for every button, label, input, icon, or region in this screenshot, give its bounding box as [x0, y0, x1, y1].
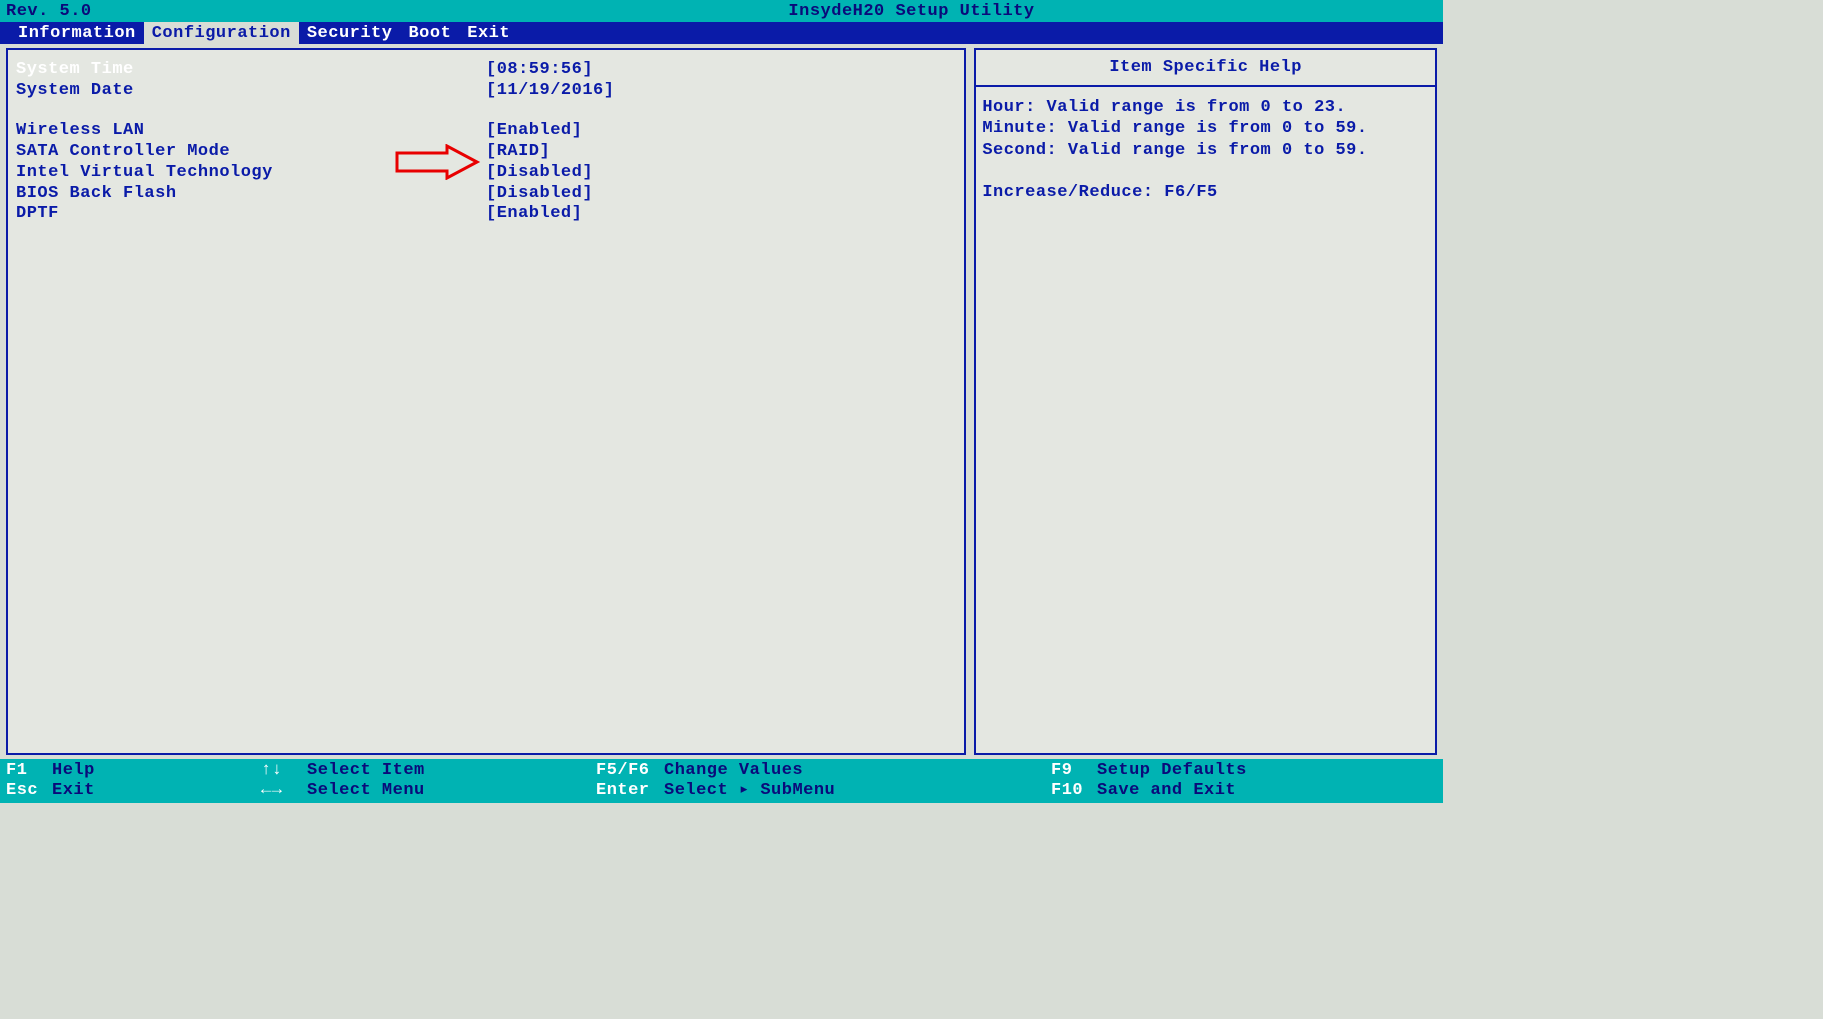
footer-esc-exit: Esc Exit [6, 781, 261, 801]
label-dptf: DPTF [16, 204, 486, 225]
config-panel: System Time [08:59:56] System Date [11/1… [6, 48, 966, 755]
help-panel: Item Specific Help Hour: Valid range is … [974, 48, 1437, 755]
help-line-3 [982, 161, 1429, 182]
text-change-values: Change Values [664, 761, 803, 781]
footer-enter-submenu: Enter Select ▸ SubMenu [596, 781, 1051, 801]
footer-f10-save-exit: F10 Save and Exit [1051, 781, 1247, 801]
help-line-0: Hour: Valid range is from 0 to 23. [982, 97, 1429, 118]
text-select-item: Select Item [307, 761, 425, 781]
menu-configuration[interactable]: Configuration [144, 22, 299, 44]
value-wireless-lan: [Enabled] [486, 121, 582, 142]
key-leftright: ←→ [261, 781, 307, 801]
label-system-time: System Time [16, 60, 486, 81]
text-exit: Exit [52, 781, 95, 801]
menu-information[interactable]: Information [10, 22, 144, 44]
row-system-time[interactable]: System Time [08:59:56] [16, 60, 956, 81]
key-f9: F9 [1051, 761, 1097, 781]
label-wireless-lan: Wireless LAN [16, 121, 486, 142]
menu-exit[interactable]: Exit [459, 22, 518, 44]
key-enter: Enter [596, 781, 664, 801]
label-system-date: System Date [16, 81, 486, 102]
footer-f1-help: F1 Help [6, 761, 261, 781]
label-sata-controller-mode: SATA Controller Mode [16, 142, 486, 163]
text-setup-defaults: Setup Defaults [1097, 761, 1247, 781]
utility-title: InsydeH20 Setup Utility [788, 2, 1034, 21]
text-save-exit: Save and Exit [1097, 781, 1236, 801]
key-updown: ↑↓ [261, 761, 307, 781]
value-bios-back-flash: [Disabled] [486, 184, 593, 205]
revision-label: Rev. 5.0 [6, 2, 92, 21]
help-line-2: Second: Valid range is from 0 to 59. [982, 140, 1429, 161]
help-line-1: Minute: Valid range is from 0 to 59. [982, 118, 1429, 139]
key-esc: Esc [6, 781, 52, 801]
footer-f9-setup-defaults: F9 Setup Defaults [1051, 761, 1247, 781]
text-select-submenu: Select ▸ SubMenu [664, 781, 835, 801]
footer-leftright-select-menu: ←→ Select Menu [261, 781, 596, 801]
value-system-date: [11/19/2016] [486, 81, 614, 102]
row-wireless-lan[interactable]: Wireless LAN [Enabled] [16, 121, 956, 142]
row-bios-back-flash[interactable]: BIOS Back Flash [Disabled] [16, 184, 956, 205]
help-body: Hour: Valid range is from 0 to 23. Minut… [976, 87, 1435, 213]
row-system-date[interactable]: System Date [11/19/2016] [16, 81, 956, 102]
text-select-menu: Select Menu [307, 781, 425, 801]
footer-f5f6-change-values: F5/F6 Change Values [596, 761, 1051, 781]
row-sata-controller-mode[interactable]: SATA Controller Mode [RAID] [16, 142, 956, 163]
label-bios-back-flash: BIOS Back Flash [16, 184, 486, 205]
key-f5f6: F5/F6 [596, 761, 664, 781]
label-intel-virtual-technology: Intel Virtual Technology [16, 163, 486, 184]
menu-boot[interactable]: Boot [400, 22, 459, 44]
value-system-time: [08:59:56] [486, 60, 593, 81]
help-line-4: Increase/Reduce: F6/F5 [982, 182, 1429, 203]
menu-bar: Information Configuration Security Boot … [0, 22, 1443, 44]
menu-security[interactable]: Security [299, 22, 401, 44]
value-dptf: [Enabled] [486, 204, 582, 225]
footer-updown-select-item: ↑↓ Select Item [261, 761, 596, 781]
footer-bar: F1 Help Esc Exit ↑↓ Select Item ←→ Selec… [0, 759, 1443, 803]
key-f1: F1 [6, 761, 52, 781]
text-help: Help [52, 761, 95, 781]
row-intel-virtual-technology[interactable]: Intel Virtual Technology [Disabled] [16, 163, 956, 184]
value-intel-virtual-technology: [Disabled] [486, 163, 593, 184]
key-f10: F10 [1051, 781, 1097, 801]
title-bar: InsydeH20 Setup Utility Rev. 5.0 [0, 0, 1443, 22]
row-dptf[interactable]: DPTF [Enabled] [16, 204, 956, 225]
help-title: Item Specific Help [976, 50, 1435, 87]
main-area: System Time [08:59:56] System Date [11/1… [0, 44, 1443, 759]
value-sata-controller-mode: [RAID] [486, 142, 550, 163]
